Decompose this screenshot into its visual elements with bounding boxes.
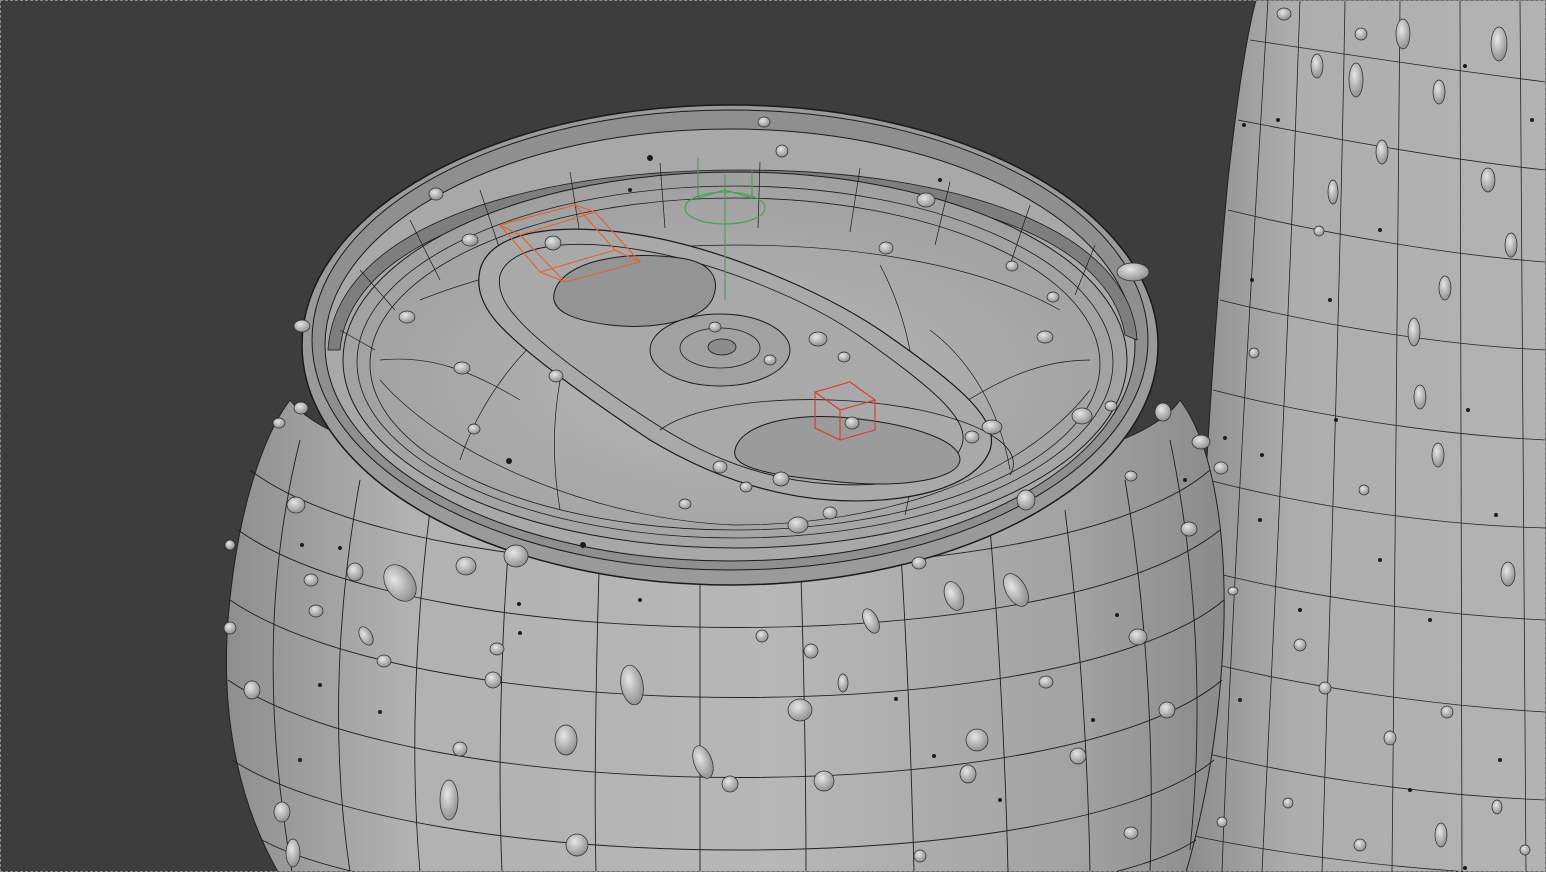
background-can[interactable]: [1184, 0, 1546, 872]
can-lid[interactable]: [301, 104, 1159, 586]
3d-viewport[interactable]: [0, 0, 1546, 872]
viewport-scene[interactable]: [0, 0, 1546, 872]
